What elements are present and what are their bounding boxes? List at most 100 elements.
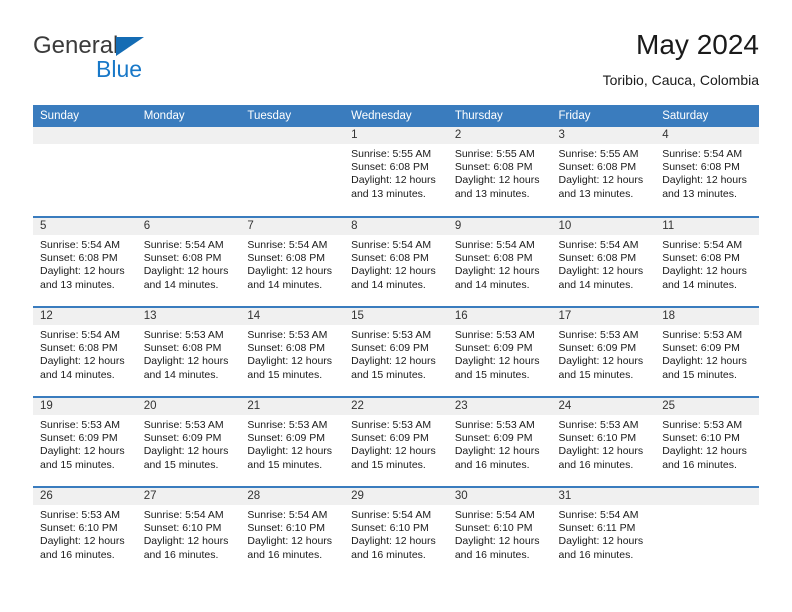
calendar-day-cell[interactable]: 22 Sunrise: 5:53 AM Sunset: 6:09 PM Dayligh… bbox=[344, 396, 448, 487]
sunset-text: Sunset: 6:08 PM bbox=[662, 252, 740, 265]
sunrise-text: Sunrise: 5:54 AM bbox=[454, 509, 535, 521]
day-details: Sunrise: 5:53 AM Sunset: 6:08 PM Daylight:… bbox=[137, 325, 241, 382]
calendar-day-cell[interactable]: 6 Sunrise: 5:54 AM Sunset: 6:08 PM Daylight… bbox=[136, 216, 241, 307]
sunrise-text: Sunrise: 5:54 AM bbox=[454, 239, 535, 251]
calendar-day-cell[interactable]: 20 Sunrise: 5:53 AM Sunset: 6:09 PM Dayligh… bbox=[136, 396, 241, 487]
weekday-header-cell: Sunday bbox=[33, 105, 137, 127]
day-details: Sunrise: 5:54 AM Sunset: 6:11 PM Daylight:… bbox=[552, 505, 656, 562]
day-details: Sunrise: 5:53 AM Sunset: 6:10 PM Daylight:… bbox=[552, 415, 656, 472]
sunrise-text: Sunrise: 5:55 AM bbox=[351, 148, 432, 160]
sunset-text: Sunset: 6:09 PM bbox=[351, 432, 429, 445]
sunrise-text: Sunrise: 5:54 AM bbox=[351, 239, 432, 251]
daylight-text: and 15 minutes. bbox=[454, 368, 530, 381]
sunset-text: Sunset: 6:08 PM bbox=[558, 252, 637, 265]
sunrise-text: Sunrise: 5:54 AM bbox=[40, 239, 120, 251]
day-number: 19 bbox=[33, 398, 137, 415]
sunrise-text: Sunrise: 5:53 AM bbox=[351, 329, 432, 341]
sunrise-text: Sunrise: 5:54 AM bbox=[558, 509, 639, 521]
sunset-text: Sunset: 6:10 PM bbox=[40, 522, 118, 535]
day-number: 12 bbox=[33, 308, 137, 325]
calendar-day-cell[interactable]: 26 Sunrise: 5:53 AM Sunset: 6:10 PM Dayligh… bbox=[33, 486, 137, 577]
day-number: 21 bbox=[240, 398, 345, 415]
day-number: 25 bbox=[655, 398, 759, 415]
calendar-day-cell[interactable]: 25 Sunrise: 5:53 AM Sunset: 6:10 PM Dayligh… bbox=[655, 396, 759, 487]
calendar-day-cell[interactable]: 4 Sunrise: 5:54 AM Sunset: 6:08 PM Daylight… bbox=[655, 127, 759, 217]
calendar-day-cell[interactable]: 8 Sunrise: 5:54 AM Sunset: 6:08 PM Daylight… bbox=[344, 216, 448, 307]
calendar-day-cell[interactable]: 29 Sunrise: 5:54 AM Sunset: 6:10 PM Dayligh… bbox=[344, 486, 448, 577]
day-number bbox=[33, 127, 137, 144]
calendar-day-cell[interactable]: 2 Sunrise: 5:55 AM Sunset: 6:08 PM Daylight… bbox=[447, 127, 552, 217]
day-number: 14 bbox=[240, 308, 345, 325]
daylight-text: Daylight: 12 hours bbox=[558, 445, 644, 458]
day-details: Sunrise: 5:54 AM Sunset: 6:10 PM Daylight:… bbox=[137, 505, 241, 562]
daylight-text: Daylight: 12 hours bbox=[247, 265, 333, 278]
calendar-day-cell[interactable]: 15 Sunrise: 5:53 AM Sunset: 6:09 PM Dayligh… bbox=[344, 306, 448, 397]
sunset-text: Sunset: 6:10 PM bbox=[247, 522, 326, 535]
sunset-text: Sunset: 6:09 PM bbox=[247, 432, 326, 445]
calendar-day-cell[interactable]: 19 Sunrise: 5:53 AM Sunset: 6:09 PM Dayligh… bbox=[33, 396, 137, 487]
day-number: 1 bbox=[344, 127, 448, 144]
calendar-day-cell[interactable]: 10 Sunrise: 5:54 AM Sunset: 6:08 PM Dayligh… bbox=[551, 216, 656, 307]
day-number: 9 bbox=[447, 218, 552, 235]
sunset-text: Sunset: 6:08 PM bbox=[40, 342, 118, 355]
daylight-text: and 15 minutes. bbox=[40, 458, 115, 471]
calendar-day-cell[interactable]: 21 Sunrise: 5:53 AM Sunset: 6:09 PM Dayligh… bbox=[240, 396, 345, 487]
day-number bbox=[136, 127, 241, 144]
calendar-day-cell[interactable]: 24 Sunrise: 5:53 AM Sunset: 6:10 PM Dayligh… bbox=[551, 396, 656, 487]
calendar-day-cell[interactable]: 23 Sunrise: 5:53 AM Sunset: 6:09 PM Dayligh… bbox=[447, 396, 552, 487]
calendar-day-cell-empty bbox=[33, 127, 137, 217]
daylight-text: and 14 minutes. bbox=[558, 278, 634, 291]
brand-name-general: General bbox=[33, 32, 119, 59]
brand-logo[interactable]: General Blue bbox=[33, 32, 253, 81]
sunrise-text: Sunrise: 5:53 AM bbox=[662, 329, 743, 341]
sunset-text: Sunset: 6:08 PM bbox=[247, 342, 326, 355]
daylight-text: Daylight: 12 hours bbox=[662, 265, 747, 278]
weekday-header-cell: Tuesday bbox=[240, 105, 345, 127]
daylight-text: Daylight: 12 hours bbox=[247, 445, 333, 458]
calendar-day-cell[interactable]: 27 Sunrise: 5:54 AM Sunset: 6:10 PM Dayligh… bbox=[136, 486, 241, 577]
day-number: 16 bbox=[447, 308, 552, 325]
daylight-text: Daylight: 12 hours bbox=[351, 355, 436, 368]
day-number: 28 bbox=[240, 488, 345, 505]
daylight-text: Daylight: 12 hours bbox=[247, 355, 333, 368]
day-number: 8 bbox=[344, 218, 448, 235]
daylight-text: Daylight: 12 hours bbox=[662, 355, 747, 368]
day-details: Sunrise: 5:53 AM Sunset: 6:09 PM Daylight:… bbox=[240, 415, 344, 472]
day-details: Sunrise: 5:54 AM Sunset: 6:08 PM Daylight:… bbox=[655, 144, 759, 201]
calendar-day-cell[interactable]: 30 Sunrise: 5:54 AM Sunset: 6:10 PM Dayligh… bbox=[447, 486, 552, 577]
calendar-day-cell[interactable]: 14 Sunrise: 5:53 AM Sunset: 6:08 PM Dayligh… bbox=[240, 306, 345, 397]
daylight-text: Daylight: 12 hours bbox=[662, 174, 747, 187]
calendar-day-cell[interactable]: 7 Sunrise: 5:54 AM Sunset: 6:08 PM Daylight… bbox=[240, 216, 345, 307]
calendar-day-cell[interactable]: 12 Sunrise: 5:54 AM Sunset: 6:08 PM Dayligh… bbox=[33, 306, 137, 397]
day-number: 17 bbox=[551, 308, 656, 325]
calendar-day-cell[interactable]: 11 Sunrise: 5:54 AM Sunset: 6:08 PM Dayligh… bbox=[655, 216, 759, 307]
sunrise-text: Sunrise: 5:53 AM bbox=[558, 419, 639, 431]
day-number: 2 bbox=[447, 127, 552, 144]
day-details: Sunrise: 5:53 AM Sunset: 6:09 PM Daylight:… bbox=[33, 415, 137, 472]
daylight-text: Daylight: 12 hours bbox=[558, 174, 644, 187]
calendar-day-cell[interactable]: 18 Sunrise: 5:53 AM Sunset: 6:09 PM Dayligh… bbox=[655, 306, 759, 397]
calendar-day-cell[interactable]: 17 Sunrise: 5:53 AM Sunset: 6:09 PM Dayligh… bbox=[551, 306, 656, 397]
calendar-week-row: 19 Sunrise: 5:53 AM Sunset: 6:09 PM Dayligh… bbox=[33, 396, 759, 487]
calendar-day-cell[interactable]: 31 Sunrise: 5:54 AM Sunset: 6:11 PM Dayligh… bbox=[551, 486, 656, 577]
calendar-day-cell[interactable]: 16 Sunrise: 5:53 AM Sunset: 6:09 PM Dayligh… bbox=[447, 306, 552, 397]
calendar-day-cell[interactable]: 28 Sunrise: 5:54 AM Sunset: 6:10 PM Dayligh… bbox=[240, 486, 345, 577]
calendar-day-cell[interactable]: 5 Sunrise: 5:54 AM Sunset: 6:08 PM Daylight… bbox=[33, 216, 137, 307]
calendar-day-cell[interactable]: 1 Sunrise: 5:55 AM Sunset: 6:08 PM Daylight… bbox=[344, 127, 448, 217]
calendar-day-cell-empty bbox=[240, 127, 345, 217]
daylight-text: Daylight: 12 hours bbox=[351, 174, 436, 187]
day-number bbox=[240, 127, 345, 144]
calendar-day-cell[interactable]: 3 Sunrise: 5:55 AM Sunset: 6:08 PM Daylight… bbox=[551, 127, 656, 217]
sunset-text: Sunset: 6:08 PM bbox=[40, 252, 118, 265]
calendar-day-cell[interactable]: 9 Sunrise: 5:54 AM Sunset: 6:08 PM Daylight… bbox=[447, 216, 552, 307]
day-details: Sunrise: 5:55 AM Sunset: 6:08 PM Daylight:… bbox=[448, 144, 552, 201]
sunset-text: Sunset: 6:08 PM bbox=[351, 161, 429, 174]
daylight-text: and 15 minutes. bbox=[143, 458, 219, 471]
day-number: 24 bbox=[551, 398, 656, 415]
sunset-text: Sunset: 6:09 PM bbox=[40, 432, 118, 445]
calendar-day-cell[interactable]: 13 Sunrise: 5:53 AM Sunset: 6:08 PM Dayligh… bbox=[136, 306, 241, 397]
title-block: May 2024 Toribio, Cauca, Colombia bbox=[603, 28, 759, 90]
sunset-text: Sunset: 6:10 PM bbox=[143, 522, 222, 535]
sunrise-text: Sunrise: 5:54 AM bbox=[662, 239, 743, 251]
calendar-page: General Blue May 2024 Toribio, Cauca, Co… bbox=[0, 0, 792, 612]
